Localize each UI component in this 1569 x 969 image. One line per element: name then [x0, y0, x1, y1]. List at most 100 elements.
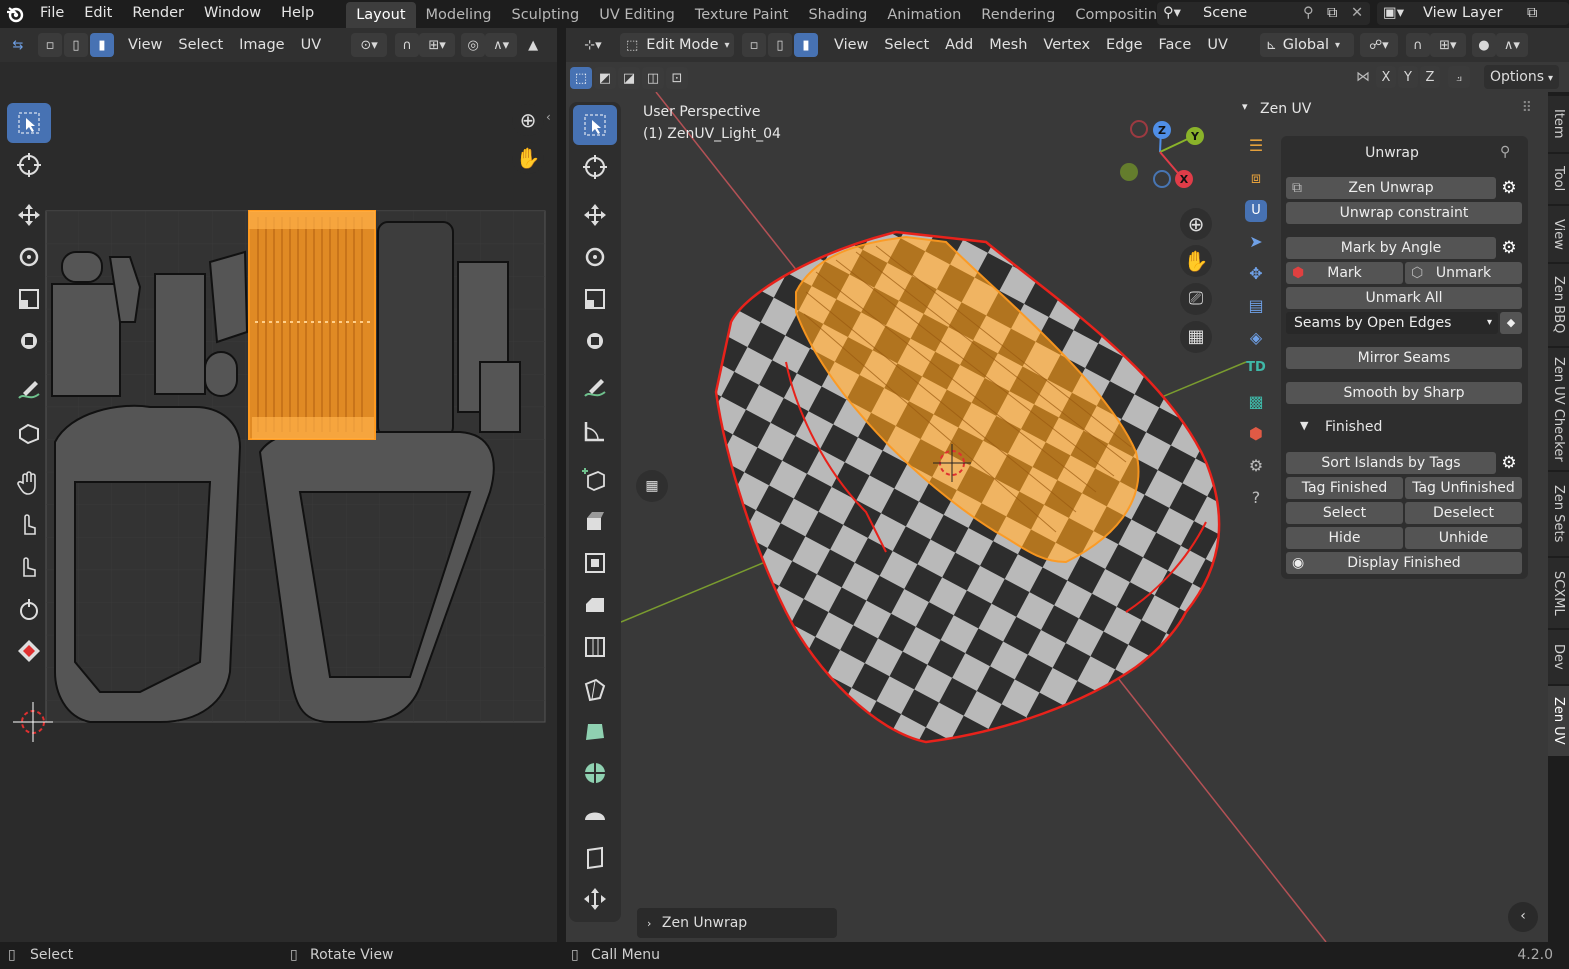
falloff-icon[interactable]: ∧▾: [1495, 33, 1528, 57]
delete-scene-icon[interactable]: ✕: [1351, 2, 1363, 24]
drag-handle-icon[interactable]: ⠿: [1522, 100, 1532, 116]
tool-add-cube[interactable]: [573, 459, 617, 499]
smooth-by-sharp-button[interactable]: Smooth by Sharp: [1286, 382, 1522, 404]
layers-category-icon[interactable]: ◈: [1242, 328, 1270, 360]
tool-cursor[interactable]: [573, 147, 617, 187]
sort-islands-settings-icon[interactable]: ⚙: [1498, 452, 1520, 474]
pivot-point-icon[interactable]: ☍▾: [1359, 33, 1398, 57]
select-extend-icon[interactable]: ◩: [594, 67, 616, 89]
tool-spin[interactable]: [573, 753, 617, 793]
zen-unwrap-settings-icon[interactable]: ⚙: [1498, 177, 1520, 199]
side-tab-view[interactable]: View: [1548, 206, 1569, 262]
zen-uv-checker-tool-icon[interactable]: [7, 631, 51, 671]
menu-edit[interactable]: Edit: [74, 0, 122, 28]
select-invert-icon[interactable]: ◫: [642, 67, 664, 89]
tab-texture-paint[interactable]: Texture Paint: [685, 2, 799, 28]
vp-menu-face[interactable]: Face: [1151, 33, 1200, 57]
uv-menu-select[interactable]: Select: [170, 33, 231, 57]
menu-window[interactable]: Window: [194, 0, 271, 28]
zen-unwrap-category-icon[interactable]: U: [1242, 200, 1270, 232]
select-finished-button[interactable]: Select: [1286, 502, 1403, 524]
hide-finished-button[interactable]: Hide: [1286, 527, 1403, 549]
select-category-icon[interactable]: ➤: [1242, 232, 1270, 264]
tool-annotate[interactable]: [573, 369, 617, 409]
menu-help[interactable]: Help: [271, 0, 324, 28]
mirror-z[interactable]: Z: [1420, 66, 1440, 88]
tool-bevel[interactable]: [573, 585, 617, 625]
vp-menu-vertex[interactable]: Vertex: [1035, 33, 1098, 57]
uv-tool-scale[interactable]: [7, 279, 51, 319]
list-icon[interactable]: ☰: [1242, 136, 1270, 168]
uv-tool-select-box[interactable]: [7, 103, 51, 143]
tab-modeling[interactable]: Modeling: [416, 2, 502, 28]
tool-extrude[interactable]: [573, 501, 617, 541]
scene-selector[interactable]: ⚲▾ Scene ⚲ ⧉ ✕: [1157, 2, 1370, 25]
uv-pivot-icon[interactable]: ⊙▾: [351, 33, 388, 57]
pan-icon[interactable]: ✋: [1180, 245, 1212, 277]
camera-icon[interactable]: ⎚: [1180, 283, 1212, 315]
tag-finished-button[interactable]: Tag Finished: [1286, 477, 1403, 499]
uv-tool-rip[interactable]: [7, 413, 51, 453]
settings-category-icon[interactable]: ⚙: [1242, 456, 1270, 488]
new-view-layer-icon[interactable]: ⧉: [1527, 2, 1537, 24]
side-tab-zen-uv[interactable]: Zen UV: [1548, 686, 1569, 756]
display-finished-button[interactable]: ◉ Display Finished: [1286, 552, 1522, 574]
edge-select-icon[interactable]: ▯: [768, 33, 792, 57]
vp-select-mode-icons[interactable]: ⬚ ◩ ◪ ◫ ⊡: [570, 67, 688, 89]
uv-tool-annotate[interactable]: [7, 371, 51, 411]
tab-layout[interactable]: Layout: [346, 2, 416, 28]
seams-keyframe-icon[interactable]: ◆: [1500, 312, 1522, 334]
proportional-edit-icon[interactable]: ●: [1471, 33, 1496, 57]
unmark-all-button[interactable]: Unmark All: [1286, 287, 1522, 309]
editor-type-icon[interactable]: ⊹▾: [574, 33, 612, 57]
vp-menu-view[interactable]: View: [826, 33, 876, 57]
uv-tool-rotate[interactable]: [7, 237, 51, 277]
tool-knife[interactable]: [573, 669, 617, 709]
tool-inset[interactable]: [573, 543, 617, 583]
vp-menu-edge[interactable]: Edge: [1098, 33, 1151, 57]
face-select-icon[interactable]: ▮: [794, 33, 818, 57]
uv-edge-mode-icon[interactable]: ▯: [64, 33, 88, 57]
tool-measure[interactable]: [573, 411, 617, 451]
packing-category-icon[interactable]: ⬢: [1242, 424, 1270, 456]
zen-unwrap-button[interactable]: ⧉ Zen Unwrap: [1286, 177, 1496, 199]
mark-by-angle-settings-icon[interactable]: ⚙: [1498, 237, 1520, 259]
vp-menu-uv[interactable]: UV: [1199, 33, 1236, 57]
deselect-finished-button[interactable]: Deselect: [1405, 502, 1522, 524]
vp-menu-mesh[interactable]: Mesh: [981, 33, 1035, 57]
navigation-gizmo[interactable]: Z Y X: [1115, 118, 1210, 190]
side-tab-zen-uv-checker[interactable]: Zen UV Checker: [1548, 348, 1569, 470]
options-dropdown[interactable]: Options ▾: [1484, 65, 1560, 89]
uv-tool-relax[interactable]: [7, 505, 51, 545]
pin-icon[interactable]: ⚲: [1303, 2, 1314, 24]
tool-rotate[interactable]: [573, 237, 617, 277]
uv-snap-target-icon[interactable]: ⊞▾: [419, 33, 456, 57]
mirror-seams-button[interactable]: Mirror Seams: [1286, 347, 1522, 369]
mark-by-angle-button[interactable]: Mark by Angle: [1286, 237, 1496, 259]
mirror-y[interactable]: Y: [1398, 66, 1418, 88]
area-divider[interactable]: [557, 28, 566, 942]
help-category-icon[interactable]: ?: [1242, 488, 1270, 520]
uv-menu-image[interactable]: Image: [231, 33, 292, 57]
vp-menu-add[interactable]: Add: [937, 33, 981, 57]
sort-islands-button[interactable]: Sort Islands by Tags: [1286, 452, 1496, 474]
vertex-select-icon[interactable]: ▫: [742, 33, 766, 57]
mode-selector[interactable]: ⬚ Edit Mode ▾: [620, 33, 734, 57]
uv-tool-pinch[interactable]: [7, 547, 51, 587]
select-set-icon[interactable]: ⬚: [570, 67, 592, 89]
tab-shading[interactable]: Shading: [798, 2, 877, 28]
side-tab-tool[interactable]: Tool: [1548, 154, 1569, 204]
uv-tool-move[interactable]: [7, 195, 51, 235]
uv-pan-icon[interactable]: ✋: [512, 142, 544, 174]
uv-vertex-mode-icon[interactable]: ▫: [38, 33, 62, 57]
tool-move[interactable]: [573, 195, 617, 235]
texel-density-icon[interactable]: TD: [1242, 360, 1270, 392]
seams-mode-dropdown[interactable]: Seams by Open Edges ▾: [1286, 312, 1498, 334]
uv-tool-transform[interactable]: [7, 321, 51, 361]
zen-uv-checker-overlay-icon[interactable]: ▦: [636, 470, 668, 502]
mirror-x[interactable]: X: [1376, 66, 1396, 88]
uv-snap-icon[interactable]: ∩: [395, 33, 420, 57]
select-intersect-icon[interactable]: ⊡: [666, 67, 688, 89]
uv-canvas[interactable]: [0, 62, 557, 942]
perspective-toggle-icon[interactable]: ▦: [1180, 321, 1212, 353]
